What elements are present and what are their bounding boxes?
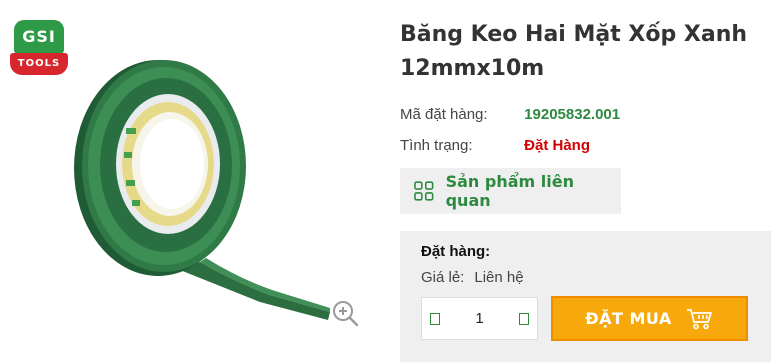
logo-top-text: GSI bbox=[14, 20, 64, 54]
quantity-decrease-button[interactable] bbox=[430, 312, 440, 325]
product-gallery: GSI TOOLS bbox=[0, 0, 375, 362]
related-products-button[interactable]: Sản phẩm liên quan bbox=[400, 168, 621, 214]
quantity-stepper[interactable]: 1 bbox=[421, 297, 538, 340]
order-title: Đặt hàng: bbox=[421, 243, 491, 260]
zoom-icon[interactable] bbox=[330, 298, 360, 328]
related-products-label: Sản phẩm liên quan bbox=[445, 172, 574, 210]
price-value: Liên hệ bbox=[474, 269, 524, 286]
order-code-row: Mã đặt hàng: 19205832.001 bbox=[400, 106, 620, 123]
order-code-label: Mã đặt hàng: bbox=[400, 106, 488, 123]
product-image[interactable] bbox=[60, 40, 330, 320]
grid-icon bbox=[414, 181, 434, 201]
buy-button[interactable]: ĐẶT MUA bbox=[551, 296, 748, 341]
buy-button-label: ĐẶT MUA bbox=[585, 309, 672, 328]
order-code-value: 19205832.001 bbox=[524, 106, 621, 123]
product-title: Băng Keo Hai Mặt Xốp Xanh 12mmx10m bbox=[400, 22, 748, 81]
status-value: Đặt Hàng bbox=[524, 137, 591, 154]
order-panel: Đặt hàng: Giá lẻ: Liên hệ 1 ĐẶT MUA bbox=[400, 231, 771, 362]
quantity-increase-button[interactable] bbox=[519, 312, 529, 325]
product-info: Băng Keo Hai Mặt Xốp Xanh 12mmx10m Mã đặ… bbox=[400, 0, 780, 362]
quantity-input[interactable]: 1 bbox=[460, 310, 500, 327]
price-row: Giá lẻ: Liên hệ bbox=[421, 269, 524, 286]
cart-icon bbox=[686, 308, 712, 329]
status-label: Tình trạng: bbox=[400, 137, 473, 154]
price-label: Giá lẻ: bbox=[421, 269, 465, 286]
status-row: Tình trạng: Đặt Hàng bbox=[400, 137, 590, 154]
